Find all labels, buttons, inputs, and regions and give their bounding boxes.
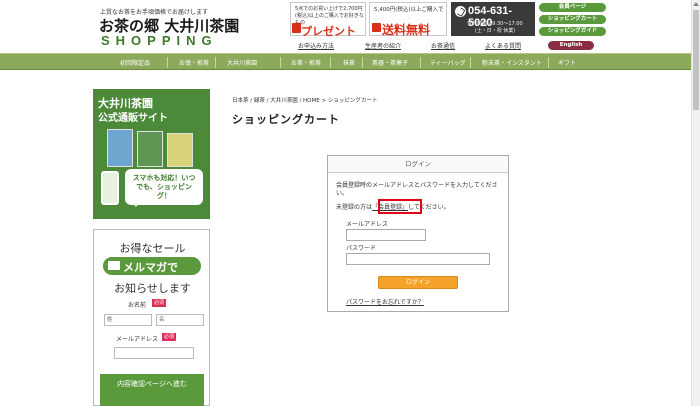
nav-divider [330, 57, 331, 68]
last-name-input[interactable]: 姓 [104, 314, 152, 326]
forgot-password-link[interactable]: パスワードをお忘れですか？ [346, 297, 424, 306]
nav-divider [420, 57, 421, 68]
phone-icon [455, 6, 466, 17]
nav-item-oigawa[interactable]: 大井川茶園 [227, 58, 257, 67]
register-note-pre: 未登録の方は [336, 204, 373, 211]
login-heading: ログイン [328, 156, 508, 173]
gift-icon [292, 23, 301, 33]
nav-item-matcha[interactable]: 抹茶 [343, 58, 355, 67]
truck-icon [372, 23, 381, 32]
promo-gift-banner[interactable]: 5点でのお買い上げで2,700円(税込)以上のご購入でお好きなもの プレゼント [290, 2, 366, 38]
newsletter-heading: お得なセール [119, 242, 186, 255]
login-password-label: パスワード [346, 245, 377, 252]
name-label: お名前 [128, 302, 147, 309]
page-title: ショッピングカート [232, 113, 340, 126]
login-button[interactable]: ログイン [378, 276, 458, 289]
phone-contact: 054-631-5020 受付時間 / 9:30～17:00 (土・日・祝 休業… [451, 2, 535, 36]
newsletter-subheading: お知らせします [114, 282, 191, 295]
official-site-banner[interactable]: 大井川茶園 公式通販サイト スマホも対応！いつでも、ショッピング！ [93, 89, 210, 219]
nav-item-gift[interactable]: ギフト [558, 58, 576, 67]
newsletter-badge: メルマガで [103, 257, 201, 275]
nav-item-teabag[interactable]: ティーバッグ [430, 58, 466, 67]
envelope-icon [107, 260, 121, 271]
shopping-guide-button[interactable]: ショッピングガイド [539, 27, 606, 36]
nav-item-powder[interactable]: 粉末茶・インスタント [482, 58, 542, 67]
required-badge: 必須 [162, 333, 176, 341]
newsletter-badge-text: メルマガで [123, 261, 178, 274]
nav-divider [548, 57, 549, 68]
subnav-faq[interactable]: よくある質問 [485, 41, 521, 50]
english-button[interactable]: English [548, 41, 594, 50]
register-link-highlight [378, 199, 422, 214]
nav-divider [167, 57, 168, 68]
nav-divider [280, 57, 281, 68]
login-password-input[interactable] [346, 253, 490, 265]
promo-ship-small-text: 5,400円(税込)以上ご購入で [374, 7, 444, 13]
site-logo-sub[interactable]: SHOPPING [101, 33, 218, 48]
nav-item-teaware[interactable]: 茶器・茶菓子 [372, 58, 408, 67]
smartphone-icon [101, 171, 119, 205]
tea-package-image [137, 131, 163, 167]
email-label: メールアドレス [116, 336, 159, 343]
site-header: 上質なお茶をお手頃価格でお届けします お茶の郷 大井川茶園 SHOPPING 5… [0, 0, 700, 52]
tea-package-image [107, 129, 133, 167]
subnav-producers[interactable]: 生産者の紹介 [365, 41, 401, 50]
promo-ship-text: 送料無料 [382, 23, 431, 37]
subnav-tea-news[interactable]: お茶通信 [431, 41, 455, 50]
nav-item-first-time[interactable]: 初回限定品 [120, 58, 150, 67]
nav-item-value-sencha[interactable]: お徳・煎茶 [179, 58, 209, 67]
login-form: ログイン 会員登録時のメールアドレスとパスワードを入力してください。 未登録の方… [327, 155, 509, 312]
promo-gift-text: プレゼント [301, 25, 356, 38]
login-email-input[interactable] [346, 229, 426, 241]
banner-subtitle: 公式通販サイト [98, 113, 168, 124]
speech-bubble: スマホも対応！いつでも、ショッピング！ [125, 169, 203, 205]
tea-package-image [167, 133, 193, 167]
nav-divider [215, 57, 216, 68]
confirm-page-button[interactable]: 内容確認ページへ進む [100, 374, 204, 406]
breadcrumb[interactable]: 日本茶 / 緑茶 / 大井川茶園 / HOME > ショッピングカート [232, 96, 377, 104]
login-email-label: メールアドレス [346, 221, 389, 228]
nav-divider [362, 57, 363, 68]
login-description: 会員登録時のメールアドレスとパスワードを入力してください。 [336, 182, 498, 197]
page-scrollbar[interactable] [691, 0, 700, 406]
main-navigation: 初回限定品 お徳・煎茶 大井川茶園 お茶・煎茶 抹茶 茶器・茶菓子 ティーバッグ… [0, 53, 700, 70]
nav-item-tea-sencha[interactable]: お茶・煎茶 [291, 58, 321, 67]
newsletter-email-input[interactable] [114, 347, 194, 359]
first-name-input[interactable]: 名 [156, 314, 204, 326]
required-badge: 必須 [152, 299, 166, 307]
bubble-pointer [131, 201, 141, 207]
promo-free-shipping-banner[interactable]: 5,400円(税込)以上ご購入で 送料無料 [369, 2, 447, 37]
phone-hours: 受付時間 / 9:30～17:00 (土・日・祝 休業) [467, 21, 523, 34]
subnav-how-to-order[interactable]: お申込み方法 [298, 41, 334, 50]
scrollbar-thumb[interactable] [693, 10, 699, 110]
banner-bubble-text: スマホも対応！いつでも、ショッピング！ [132, 174, 196, 200]
nav-divider [470, 57, 471, 68]
newsletter-signup: お得なセール メルマガで お知らせします お名前 必須 姓 名 メールアドレス … [93, 229, 210, 406]
shopping-cart-button[interactable]: ショッピングカート [539, 15, 606, 24]
member-page-button[interactable]: 会員ページ [539, 3, 606, 12]
scroll-up-icon[interactable] [693, 2, 699, 6]
